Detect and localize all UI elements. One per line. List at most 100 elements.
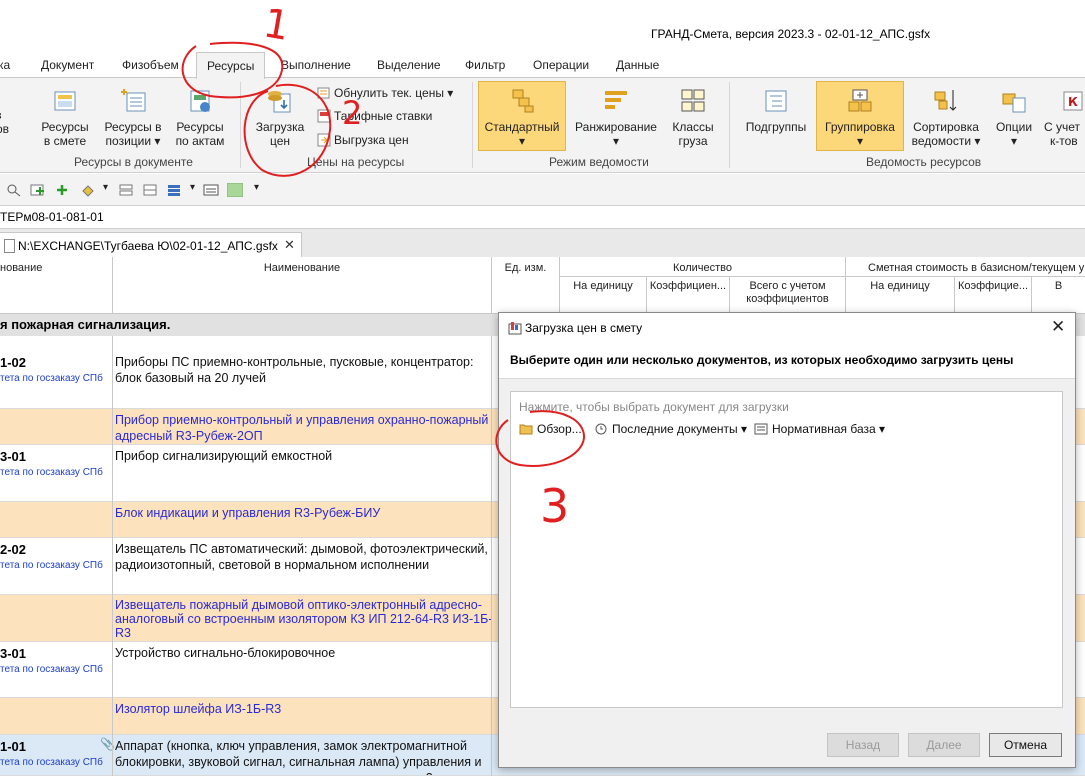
tab-execution[interactable]: Выполнение <box>281 58 351 72</box>
filter-icon[interactable] <box>6 183 22 197</box>
row-code: 2-02 <box>0 542 27 557</box>
database-icon <box>754 423 768 435</box>
ribbon-separator <box>240 82 241 168</box>
sorting-button[interactable]: Сортировка ведомости ▾ <box>908 86 984 148</box>
column-divider <box>112 336 113 776</box>
row-name: Прибор приемно-контрольный и управления … <box>115 413 489 443</box>
tab-data[interactable]: Данные <box>616 58 659 72</box>
dialog-title: Загрузка цен в смету <box>525 321 643 335</box>
export-prices-icon <box>317 133 331 147</box>
close-icon[interactable]: ✕ <box>1051 317 1065 337</box>
column-header-unit[interactable]: Ед. изм. <box>492 262 559 275</box>
cancel-button[interactable]: Отмена <box>989 733 1062 757</box>
column-header-cost-total[interactable]: В <box>1032 280 1085 293</box>
overflow-icon[interactable]: ▾ <box>254 182 259 193</box>
normative-base-button[interactable]: Нормативная база ▾ <box>754 422 885 436</box>
ranking-icon <box>605 91 627 109</box>
tab-selection[interactable]: Выделение <box>377 58 441 72</box>
group-header-quantity: Количество <box>672 262 733 274</box>
reset-prices-icon <box>317 87 330 99</box>
resources-by-acts-button[interactable]: Ресурсы по актам <box>172 86 228 148</box>
next-button[interactable]: Далее <box>908 733 980 757</box>
options-icon <box>1002 93 1026 113</box>
cargo-classes-icon <box>681 89 705 112</box>
row-name: Изолятор шлейфа ИЗ-1Б-R3 <box>115 702 282 716</box>
column-header-qty-total-line2: коэффициентов <box>746 293 829 305</box>
row-source: тета по госзаказу СПб <box>0 560 103 571</box>
column-header-qty-coef[interactable]: Коэффициен... <box>647 280 729 293</box>
load-prices-button[interactable]: Загрузка цен <box>250 86 310 148</box>
row-name: Прибор сигнализирующий емкостной <box>115 449 333 463</box>
split-row-icon[interactable] <box>142 183 158 197</box>
options-button[interactable]: Опции ▾ <box>990 86 1038 148</box>
column-divider <box>491 336 492 776</box>
table-rows-icon[interactable] <box>166 183 182 197</box>
dropdown-icon[interactable]: ▾ <box>103 182 108 193</box>
column-header-code[interactable]: нование <box>0 262 42 275</box>
resources-in-estimate-button[interactable]: Ресурсы в смете <box>38 86 92 148</box>
recent-documents-button[interactable]: Последние документы ▾ <box>594 422 747 436</box>
with-coef-button[interactable]: К С учет к-тов <box>1044 86 1085 148</box>
tariff-rates-item[interactable]: Тарифные ставки <box>317 109 432 123</box>
reset-prices-item[interactable]: Обнулить тек. цены ▾ <box>317 86 453 100</box>
load-prices-dialog: Загрузка цен в смету ✕ Выберите один или… <box>498 312 1076 768</box>
export-prices-item[interactable]: Выгрузка цен <box>317 133 409 147</box>
row-code: 1-01 <box>0 739 27 754</box>
tab-cut[interactable]: ка <box>0 58 10 72</box>
row-code: 3-01 <box>0 646 27 661</box>
column-header-cost-per-unit[interactable]: На единицу <box>846 280 954 293</box>
back-button[interactable]: Назад <box>827 733 899 757</box>
subgroups-button[interactable]: Подгруппы <box>740 86 812 134</box>
folder-icon <box>519 424 533 435</box>
group-label-resources-doc: Ресурсы в документе <box>74 155 193 169</box>
resources-in-position-button[interactable]: Ресурсы в позиции ▾ <box>100 86 166 148</box>
tab-filter[interactable]: Фильтр <box>465 58 505 72</box>
fill-color-icon[interactable] <box>80 183 96 197</box>
ribbon-separator <box>729 82 730 168</box>
group-label-statement: Ведомость ресурсов <box>866 155 982 169</box>
svg-text:К: К <box>1068 95 1078 109</box>
select-document-hint[interactable]: Нажмите, чтобы выбрать документ для загр… <box>519 400 789 414</box>
ranking-button[interactable]: Ранжирование ▾ <box>572 86 660 148</box>
cargo-classes-button[interactable]: Классы груза <box>666 86 720 148</box>
tab-physvolume[interactable]: Физобъем <box>122 58 179 72</box>
column-header-name[interactable]: Наименование <box>113 262 491 275</box>
column-header-qty-total-line1[interactable]: Всего с учетом <box>730 280 845 293</box>
current-code: ТЕРм08-01-081-01 <box>0 210 104 224</box>
ribbon-cut-button[interactable]: з ов <box>0 108 16 136</box>
standard-mode-icon <box>512 89 534 113</box>
section-title: я пожарная сигнализация. <box>0 317 171 332</box>
ribbon-tabs: ка Документ Физобъем Ресурсы Выполнение … <box>0 52 1085 79</box>
column-header-cost-coef[interactable]: Коэффицие... <box>955 280 1031 293</box>
tab-document[interactable]: Документ <box>41 58 94 72</box>
dialog-app-icon <box>508 322 522 335</box>
dropdown-icon[interactable]: ▾ <box>190 182 195 193</box>
close-tab-icon[interactable]: ✕ <box>284 237 295 253</box>
row-source: тета по госзаказу СПб <box>0 467 103 478</box>
subgroups-icon <box>765 90 787 112</box>
load-prices-icon <box>268 91 291 113</box>
sort-icon <box>934 90 957 111</box>
row-code: 3-01 <box>0 449 27 464</box>
standard-mode-button[interactable]: Стандартный ▾ <box>478 81 566 151</box>
tab-resources[interactable]: Ресурсы <box>196 52 266 79</box>
browse-button[interactable]: Обзор... <box>519 422 582 436</box>
insert-row-icon[interactable] <box>118 183 134 197</box>
tab-operations[interactable]: Операции <box>533 58 589 72</box>
coefficient-icon: К <box>1063 91 1083 111</box>
row-name: Блок индикации и управления R3-Рубеж-БИУ <box>115 506 381 520</box>
row-name: Аппарат (кнопка, ключ управления, замок … <box>115 739 482 775</box>
calculator-icon[interactable] <box>203 183 219 197</box>
color-square-icon[interactable] <box>227 183 243 197</box>
add-subrow-icon[interactable] <box>54 183 70 197</box>
row-name: Извещатель пожарный дымовой оптико-элект… <box>115 598 493 640</box>
title-bar: ГРАНД-Смета, версия 2023.3 - 02-01-12_АП… <box>0 0 1085 52</box>
resources-list-icon <box>121 89 146 112</box>
document-list-panel[interactable]: Нажмите, чтобы выбрать документ для загр… <box>510 391 1063 708</box>
document-tab[interactable]: N:\EXCHANGE\Тугбаева Ю\02-01-12_АПС.gsfx… <box>0 232 302 258</box>
grouping-button[interactable]: Группировка ▾ <box>816 81 904 151</box>
add-row-icon[interactable] <box>30 183 46 197</box>
resources-grid-icon <box>54 91 76 111</box>
column-header-qty-per-unit[interactable]: На единицу <box>560 280 646 293</box>
row-code: 1-02 <box>0 355 27 370</box>
